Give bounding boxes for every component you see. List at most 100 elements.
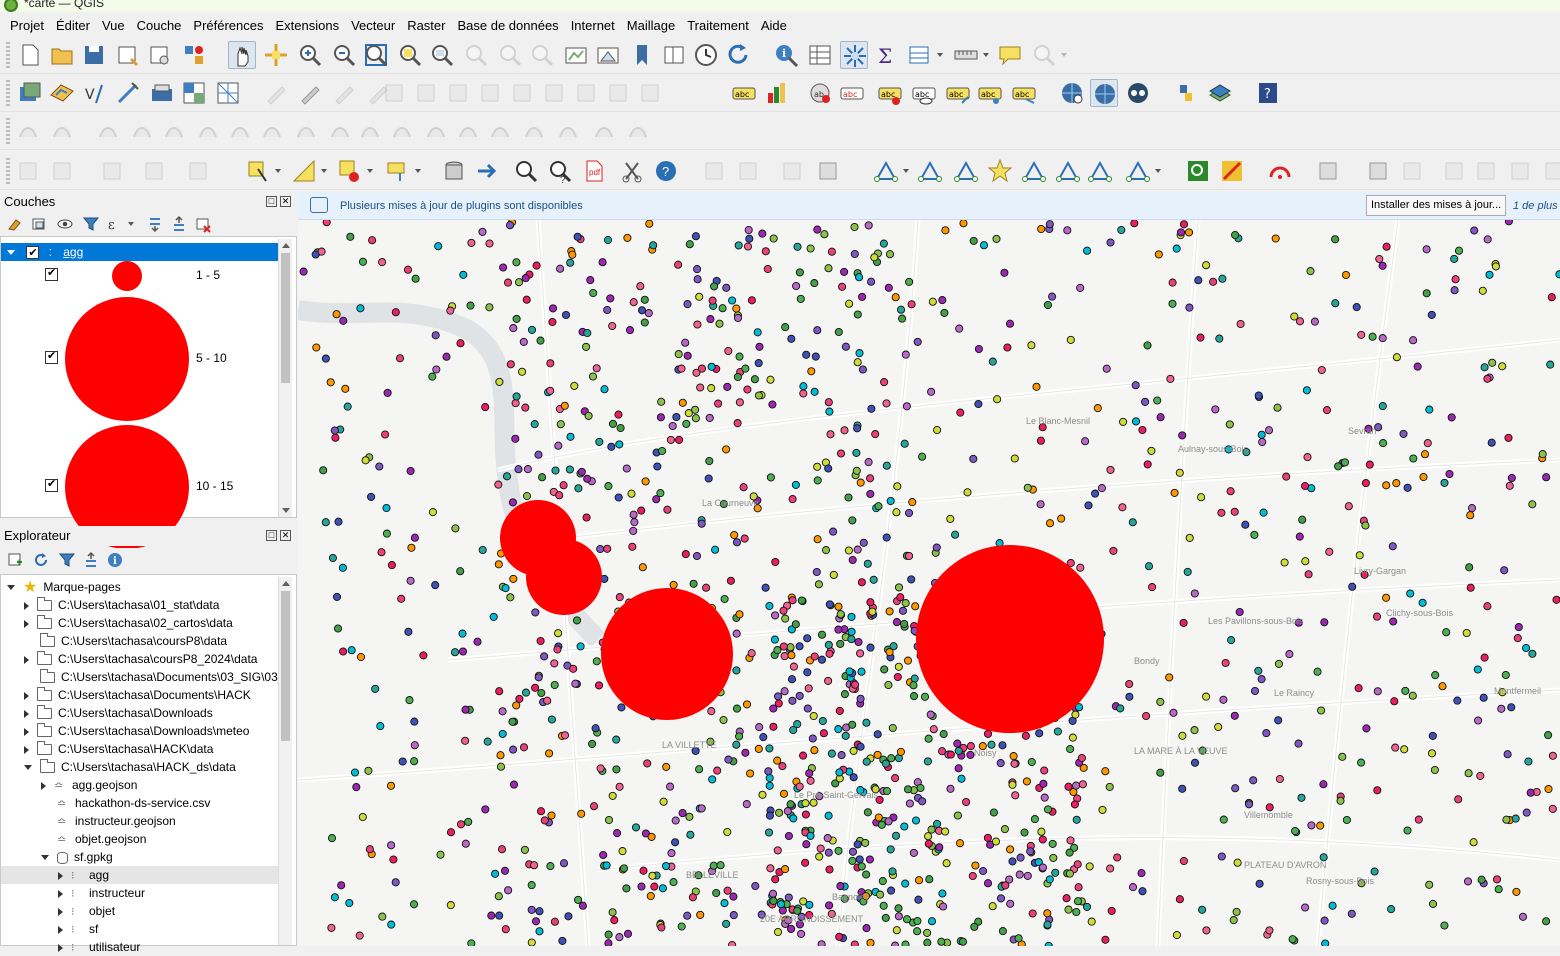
toolbar4-tool-24-icon[interactable] bbox=[1020, 157, 1048, 185]
open-project-icon[interactable] bbox=[48, 41, 76, 69]
move-label-prop-icon[interactable]: abc bbox=[1010, 79, 1038, 107]
advanced-tool-16-icon[interactable] bbox=[554, 117, 582, 145]
add-wms-layer-icon[interactable] bbox=[148, 79, 176, 107]
digitize-tool-6-icon[interactable] bbox=[572, 79, 600, 107]
help-icon[interactable]: ? bbox=[1254, 79, 1282, 107]
browser-item[interactable]: ≏ instructeur.geojson bbox=[1, 812, 281, 830]
layer-visibility-checkbox[interactable] bbox=[26, 244, 40, 261]
toolbar4-tool-3-icon[interactable] bbox=[140, 157, 168, 185]
browser-item[interactable]: C:\Users\tachasa\coursP8_2024\data bbox=[1, 650, 281, 668]
toolbar4-tool-26-icon[interactable] bbox=[1086, 157, 1114, 185]
menu-3[interactable]: Couche bbox=[131, 18, 188, 33]
toolbar4-tool-1-icon[interactable] bbox=[48, 157, 76, 185]
edit-tool-1-icon[interactable] bbox=[296, 79, 324, 107]
layout-manager-icon[interactable] bbox=[146, 41, 174, 69]
filter-legend-icon[interactable] bbox=[82, 215, 100, 233]
add-mesh-layer-icon[interactable] bbox=[214, 79, 242, 107]
toolbar4-tool-37-icon[interactable] bbox=[1540, 157, 1560, 185]
expand-arrow-icon[interactable] bbox=[58, 943, 63, 952]
menu-9[interactable]: Internet bbox=[565, 18, 621, 33]
scroll-up-icon[interactable] bbox=[282, 243, 290, 248]
open-attribute-table-icon[interactable] bbox=[806, 41, 834, 69]
toolbar4-tool-21-icon[interactable] bbox=[916, 157, 944, 185]
expand-all-icon[interactable] bbox=[146, 215, 164, 233]
toolbar4-tool-4-icon[interactable] bbox=[184, 157, 212, 185]
new-3d-view-icon[interactable] bbox=[594, 41, 622, 69]
digitize-tool-2-icon[interactable] bbox=[444, 79, 472, 107]
collapse-arrow-icon[interactable] bbox=[24, 765, 32, 771]
digitize-tool-1-icon[interactable] bbox=[412, 79, 440, 107]
toolbar4-tool-33-icon[interactable] bbox=[1398, 157, 1426, 185]
add-vector-layer-icon[interactable] bbox=[48, 79, 76, 107]
identify-features-icon[interactable]: i bbox=[772, 41, 800, 69]
advanced-tool-13-icon[interactable] bbox=[454, 117, 482, 145]
zoom-in-icon[interactable] bbox=[296, 41, 324, 69]
toolbar4-tool-0-icon[interactable] bbox=[14, 157, 42, 185]
highlight-pinned-labels-icon[interactable]: abc bbox=[838, 79, 866, 107]
python-console-icon[interactable] bbox=[1172, 79, 1200, 107]
scroll-up-icon[interactable] bbox=[282, 581, 290, 586]
scroll-down-icon[interactable] bbox=[282, 508, 290, 513]
digitize-tool-3-icon[interactable] bbox=[476, 79, 504, 107]
toolbar4-tool-8-icon[interactable] bbox=[384, 157, 421, 185]
data-source-manager-icon[interactable] bbox=[16, 79, 44, 107]
menu-0[interactable]: Projet bbox=[4, 18, 50, 33]
expand-arrow-icon[interactable] bbox=[58, 871, 63, 880]
advanced-tool-3-icon[interactable] bbox=[128, 117, 156, 145]
toolbar4-tool-25-icon[interactable] bbox=[1054, 157, 1082, 185]
toolbar4-tool-23-icon[interactable] bbox=[986, 157, 1014, 185]
layer-row-agg[interactable]: ⁚ agg bbox=[1, 243, 281, 261]
expand-arrow-icon[interactable] bbox=[24, 709, 29, 718]
expand-arrow-icon[interactable] bbox=[41, 781, 46, 790]
advanced-tool-10-icon[interactable] bbox=[356, 117, 384, 145]
toolbar4-tool-35-icon[interactable] bbox=[1472, 157, 1500, 185]
toolbar4-tool-22-icon[interactable] bbox=[952, 157, 980, 185]
new-print-layout-icon[interactable] bbox=[114, 41, 142, 69]
browser-item[interactable]: ⁝ objet bbox=[1, 902, 281, 920]
more-messages-link[interactable]: 1 de plus bbox=[1513, 200, 1558, 212]
advanced-tool-8-icon[interactable] bbox=[292, 117, 320, 145]
toolbar4-tool-30-icon[interactable] bbox=[1266, 157, 1294, 185]
edit-tool-0-icon[interactable] bbox=[262, 79, 290, 107]
menu-12[interactable]: Aide bbox=[755, 18, 793, 33]
toolbar4-tool-13-icon[interactable]: pdf bbox=[580, 157, 608, 185]
legend-item-checkbox[interactable] bbox=[45, 349, 58, 364]
advanced-tool-0-icon[interactable] bbox=[14, 117, 42, 145]
add-selected-layers-icon[interactable] bbox=[6, 551, 24, 569]
new-bookmark-icon[interactable] bbox=[628, 41, 656, 69]
menu-6[interactable]: Vecteur bbox=[345, 18, 401, 33]
advanced-tool-5-icon[interactable] bbox=[194, 117, 222, 145]
browser-item[interactable]: ⁝ instructeur bbox=[1, 884, 281, 902]
toolbar4-tool-32-icon[interactable] bbox=[1364, 157, 1392, 185]
menu-5[interactable]: Extensions bbox=[270, 18, 346, 33]
zoom-to-layer-icon[interactable] bbox=[428, 41, 456, 69]
digitize-tool-4-icon[interactable] bbox=[508, 79, 536, 107]
toolbar4-tool-14-icon[interactable] bbox=[618, 157, 646, 185]
collapse-arrow-icon[interactable] bbox=[7, 585, 15, 591]
browser-item[interactable]: ⁝ sf bbox=[1, 920, 281, 938]
toolbar4-tool-31-icon[interactable] bbox=[1314, 157, 1342, 185]
add-delimited-text-icon[interactable]: V bbox=[82, 79, 110, 107]
attribute-table-dropdown-icon[interactable] bbox=[906, 41, 943, 69]
advanced-tool-12-icon[interactable] bbox=[422, 117, 450, 145]
advanced-tool-6-icon[interactable] bbox=[226, 117, 254, 145]
toolbar4-tool-34-icon[interactable] bbox=[1440, 157, 1468, 185]
install-updates-button[interactable]: Installer des mises à jour... bbox=[1366, 195, 1506, 216]
expand-arrow-icon[interactable] bbox=[24, 619, 29, 628]
toolbar-grip[interactable] bbox=[6, 118, 10, 144]
toolbar4-tool-12-icon[interactable]: ? bbox=[546, 157, 574, 185]
toolbar4-tool-27-icon[interactable] bbox=[1124, 157, 1161, 185]
locator-icon[interactable] bbox=[1030, 41, 1067, 69]
label-layer-icon[interactable]: abc bbox=[730, 79, 758, 107]
menu-11[interactable]: Traitement bbox=[681, 18, 755, 33]
style-manager-icon[interactable] bbox=[180, 41, 208, 69]
toolbar4-tool-15-icon[interactable]: ? bbox=[652, 157, 680, 185]
expand-arrow-icon[interactable] bbox=[24, 691, 29, 700]
advanced-tool-18-icon[interactable] bbox=[624, 117, 652, 145]
toolbar4-tool-10-icon[interactable] bbox=[474, 157, 502, 185]
pin-labels-icon[interactable]: ab bbox=[806, 79, 834, 107]
zoom-native-icon[interactable] bbox=[462, 41, 490, 69]
layer-diagram-icon[interactable] bbox=[762, 79, 790, 107]
expand-arrow-icon[interactable] bbox=[24, 655, 29, 664]
toolbar4-tool-5-icon[interactable] bbox=[244, 157, 281, 185]
